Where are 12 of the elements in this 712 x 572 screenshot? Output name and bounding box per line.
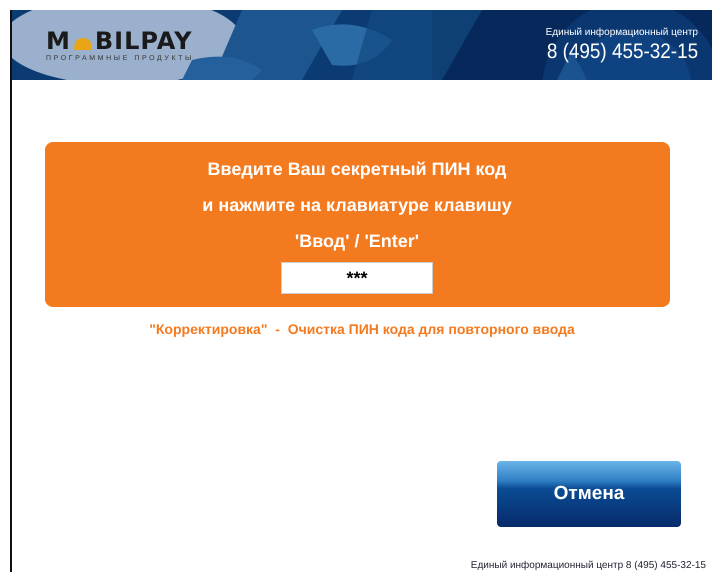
hotline-phone: 8 (495) 455-32-15 — [546, 40, 698, 64]
cancel-button[interactable]: Отмена — [497, 461, 681, 527]
helmet-icon — [72, 36, 94, 50]
hint-text: "Корректировка" - Очистка ПИН кода для повторного ввода — [149, 321, 575, 337]
hotline-label: Единый информационный центр — [546, 26, 698, 38]
footer-text: Единый информационный центр 8 (495) 455-32-15 — [470, 560, 706, 572]
pin-field[interactable]: *** — [281, 262, 433, 294]
logo-text: M — [46, 28, 71, 52]
logo-text: BILPAY — [94, 28, 192, 52]
prompt-text: Введите Ваш секретный ПИН код — [208, 158, 506, 181]
prompt-text: 'Ввод' / 'Enter' — [294, 230, 420, 253]
prompt-text: и нажмите на клавиатуре клавишу — [202, 194, 512, 217]
